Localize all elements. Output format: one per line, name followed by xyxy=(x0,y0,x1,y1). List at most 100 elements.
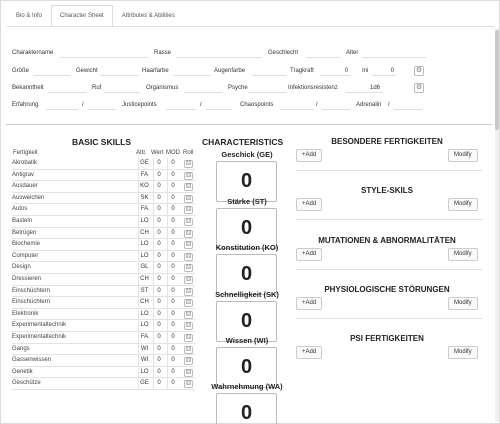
dice-icon[interactable]: ⚄ xyxy=(184,322,193,331)
erfahrung-input[interactable] xyxy=(46,101,78,110)
skill-wert-input[interactable]: 0 xyxy=(153,181,164,193)
skill-attr-select[interactable]: WI xyxy=(138,343,150,355)
add-button[interactable]: +Add xyxy=(296,346,323,359)
skill-mod-input[interactable]: 0 xyxy=(167,343,178,355)
dice-icon[interactable]: ⚄ xyxy=(184,229,193,238)
skill-mod-input[interactable]: 0 xyxy=(167,227,178,239)
skill-attr-select[interactable]: SK xyxy=(138,192,150,204)
gear-icon[interactable]: ⚙ xyxy=(414,83,424,93)
dice-icon[interactable]: ⚄ xyxy=(184,183,193,192)
gear-icon[interactable]: ⚙ xyxy=(414,66,424,76)
add-button[interactable]: +Add xyxy=(296,198,323,211)
skill-mod-input[interactable]: 0 xyxy=(167,239,178,251)
modify-button[interactable]: Modify xyxy=(448,297,478,310)
adrenalin-input[interactable] xyxy=(394,101,422,110)
modify-button[interactable]: Modify xyxy=(448,248,478,261)
skill-wert-input[interactable]: 0 xyxy=(153,250,164,262)
dice-icon[interactable]: ⚄ xyxy=(184,241,193,250)
alter-input[interactable] xyxy=(362,49,426,58)
add-button[interactable]: +Add xyxy=(296,248,323,261)
dice-icon[interactable]: ⚄ xyxy=(184,368,193,377)
charaktername-input[interactable] xyxy=(60,49,148,58)
skill-wert-input[interactable]: 0 xyxy=(153,273,164,285)
characteristic-value[interactable]: 0 xyxy=(216,254,277,295)
skill-mod-input[interactable]: 0 xyxy=(167,320,178,332)
bekanntheit-input[interactable] xyxy=(48,84,86,93)
skill-wert-input[interactable]: 0 xyxy=(153,227,164,239)
skill-wert-input[interactable]: 0 xyxy=(153,343,164,355)
augenfarbe-input[interactable] xyxy=(252,67,286,76)
psyche-input[interactable] xyxy=(248,84,286,93)
skill-wert-input[interactable]: 0 xyxy=(153,215,164,227)
skill-attr-select[interactable]: FA xyxy=(138,169,150,181)
skill-attr-select[interactable]: LO xyxy=(138,239,150,251)
ini-value[interactable]: 0 xyxy=(372,67,396,76)
skill-attr-select[interactable]: KO xyxy=(138,181,150,193)
scrollbar-thumb[interactable] xyxy=(495,30,499,130)
dice-icon[interactable]: ⚄ xyxy=(184,333,193,342)
organismus-input[interactable] xyxy=(184,84,222,93)
skill-wert-input[interactable]: 0 xyxy=(153,331,164,343)
geschlecht-input[interactable] xyxy=(306,49,340,58)
rasse-input[interactable] xyxy=(176,49,262,58)
skill-wert-input[interactable]: 0 xyxy=(153,308,164,320)
skill-wert-input[interactable]: 0 xyxy=(153,169,164,181)
haarfarbe-input[interactable] xyxy=(174,67,210,76)
skill-wert-input[interactable]: 0 xyxy=(153,285,164,297)
dice-icon[interactable]: ⚄ xyxy=(184,310,193,319)
skill-mod-input[interactable]: 0 xyxy=(167,331,178,343)
dice-icon[interactable]: ⚄ xyxy=(184,299,193,308)
skill-mod-input[interactable]: 0 xyxy=(167,308,178,320)
skill-mod-input[interactable]: 0 xyxy=(167,285,178,297)
skill-mod-input[interactable]: 0 xyxy=(167,192,178,204)
dice-icon[interactable]: ⚄ xyxy=(184,252,193,261)
chaospoints-max-input[interactable] xyxy=(322,101,350,110)
dice-icon[interactable]: ⚄ xyxy=(184,380,193,389)
skill-mod-input[interactable]: 0 xyxy=(167,169,178,181)
characteristic-value[interactable]: 0 xyxy=(216,161,277,202)
skill-wert-input[interactable]: 0 xyxy=(153,158,164,169)
skill-attr-select[interactable]: LO xyxy=(138,308,150,320)
modify-button[interactable]: Modify xyxy=(448,346,478,359)
skill-wert-input[interactable]: 0 xyxy=(153,355,164,367)
dice-icon[interactable]: ⚄ xyxy=(184,160,193,168)
dice-icon[interactable]: ⚄ xyxy=(184,194,193,203)
skill-wert-input[interactable]: 0 xyxy=(153,204,164,216)
skill-attr-select[interactable]: CH xyxy=(138,227,150,239)
skill-wert-input[interactable]: 0 xyxy=(153,192,164,204)
skill-wert-input[interactable]: 0 xyxy=(153,297,164,309)
skill-wert-input[interactable]: 0 xyxy=(153,262,164,274)
tragkraft-value[interactable]: 0 xyxy=(320,67,350,76)
skill-attr-select[interactable]: GE xyxy=(138,378,150,390)
dice-icon[interactable]: ⚄ xyxy=(184,275,193,284)
skill-attr-select[interactable]: LO xyxy=(138,250,150,262)
tab-bio-info[interactable]: Bio & Info xyxy=(7,5,51,26)
skill-mod-input[interactable]: 0 xyxy=(167,273,178,285)
skill-attr-select[interactable]: LO xyxy=(138,366,150,378)
skill-attr-select[interactable]: ST xyxy=(138,285,150,297)
gewicht-input[interactable] xyxy=(100,67,138,76)
skill-mod-input[interactable]: 0 xyxy=(167,215,178,227)
skill-attr-select[interactable]: FA xyxy=(138,204,150,216)
skill-mod-input[interactable]: 0 xyxy=(167,297,178,309)
skill-attr-select[interactable]: GE xyxy=(138,158,150,169)
infektionsresistenz-value[interactable]: 1d6 xyxy=(346,84,382,93)
add-button[interactable]: +Add xyxy=(296,297,323,310)
skill-attr-select[interactable]: GL xyxy=(138,262,150,274)
skill-attr-select[interactable]: FA xyxy=(138,331,150,343)
characteristic-value[interactable]: 0 xyxy=(216,393,277,424)
skill-mod-input[interactable]: 0 xyxy=(167,366,178,378)
dice-icon[interactable]: ⚄ xyxy=(184,217,193,226)
skill-mod-input[interactable]: 0 xyxy=(167,158,178,169)
tab-character-sheet[interactable]: Character Sheet xyxy=(51,5,113,26)
skill-attr-select[interactable]: LO xyxy=(138,320,150,332)
skill-wert-input[interactable]: 0 xyxy=(153,239,164,251)
ruf-input[interactable] xyxy=(104,84,140,93)
chaospoints-input[interactable] xyxy=(280,101,314,110)
skill-wert-input[interactable]: 0 xyxy=(153,320,164,332)
skill-attr-select[interactable]: WI xyxy=(138,355,150,367)
skill-attr-select[interactable]: CH xyxy=(138,297,150,309)
justicepoints-input[interactable] xyxy=(166,101,196,110)
skill-attr-select[interactable]: LO xyxy=(138,215,150,227)
modify-button[interactable]: Modify xyxy=(448,149,478,162)
